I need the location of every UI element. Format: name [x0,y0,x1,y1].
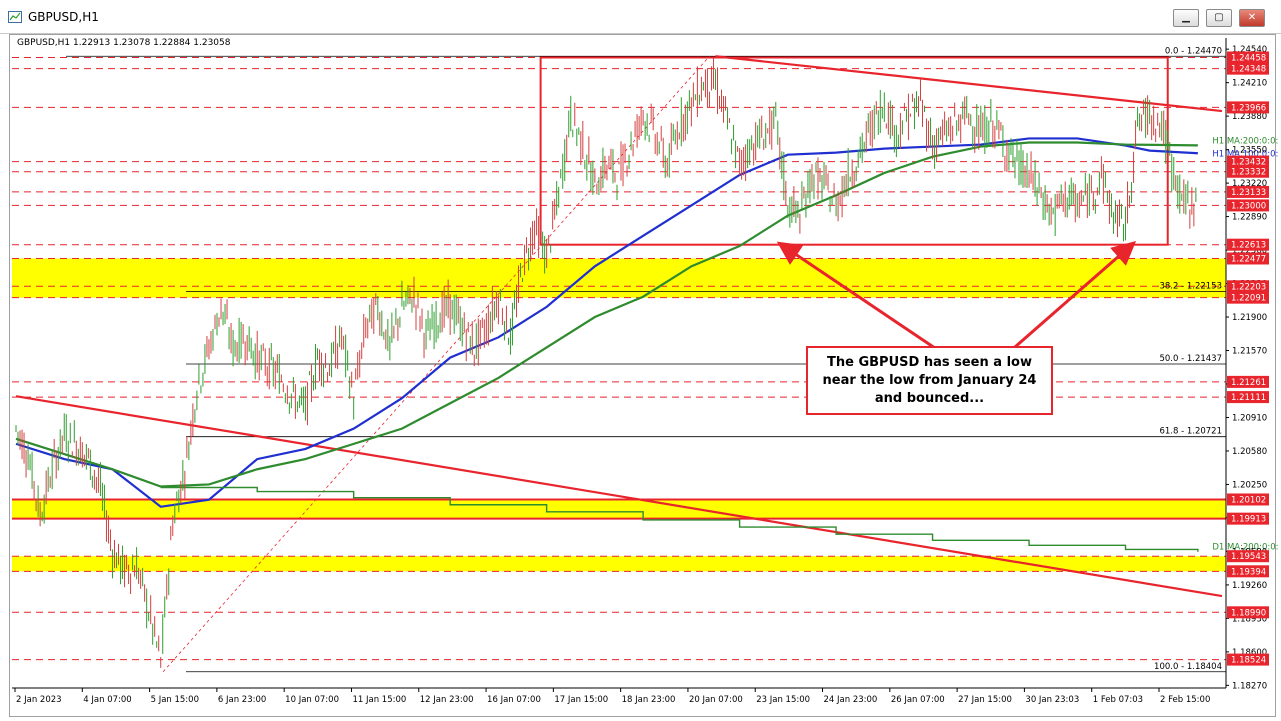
time-axis-label: 1 Feb 07:03 [1093,695,1143,705]
time-axis-label: 20 Jan 07:00 [689,695,743,705]
time-axis-label: 24 Jan 23:00 [824,695,878,705]
time-axis-label: 2 Feb 15:00 [1160,695,1210,705]
annotation-callout: The GBPUSD has seen a low near the low f… [806,346,1053,415]
level-price-label: 1.24458 [1231,53,1266,63]
price-axis-label: 1.21900 [1232,313,1267,323]
level-price-label: 1.19913 [1231,515,1266,525]
price-axis-label: 1.18270 [1232,681,1267,691]
time-axis-label: 30 Jan 23:03 [1025,695,1079,705]
level-price-label: 1.20102 [1231,495,1266,505]
time-axis-label: 12 Jan 23:00 [420,695,474,705]
level-price-label: 1.23000 [1231,201,1266,211]
callout-line-2: near the low from January 24 [822,373,1037,388]
time-axis-label: 10 Jan 07:00 [285,695,339,705]
price-axis-label: 1.23550 [1232,146,1267,156]
fibonacci-label: 50.0 - 1.21437 [1159,354,1222,364]
callout-line-3: and bounced... [874,391,985,406]
price-axis-label: 1.20250 [1232,480,1267,490]
level-price-label: 1.22613 [1231,241,1266,251]
time-axis-label: 27 Jan 15:00 [958,695,1012,705]
fibonacci-label: 0.0 - 1.24470 [1165,46,1222,56]
time-axis-label: 2 Jan 2023 [16,695,62,705]
price-axis-label: 1.24210 [1232,79,1267,89]
level-price-label: 1.22477 [1231,254,1266,264]
price-axis-label: 1.21570 [1232,347,1267,357]
symbol-ohlc-readout: GBPUSD,H1 1.22913 1.23078 1.22884 1.2305… [17,38,231,48]
fibonacci-label: 61.8 - 1.20721 [1159,427,1222,437]
fibonacci-label: 100.0 - 1.18404 [1154,662,1222,672]
time-axis-label: 6 Jan 23:00 [218,695,266,705]
time-axis-label: 23 Jan 15:00 [756,695,810,705]
level-price-label: 1.18990 [1231,608,1266,618]
time-axis-label: 11 Jan 15:00 [352,695,406,705]
price-axis-label: 1.22890 [1232,213,1267,223]
fibonacci-label: 38.2 - 1.22153 [1159,281,1222,291]
time-axis-label: 17 Jan 15:00 [554,695,608,705]
price-axis-label: 1.23880 [1232,112,1267,122]
level-price-label: 1.23133 [1231,188,1266,198]
level-price-label: 1.22091 [1231,294,1266,304]
level-price-label: 1.18524 [1231,656,1266,666]
time-axis-label: 5 Jan 15:00 [151,695,199,705]
moving-average-line [15,137,1198,508]
level-price-label: 1.22203 [1231,282,1266,292]
time-axis-label: 18 Jan 23:00 [622,695,676,705]
level-price-label: 1.21111 [1231,393,1266,403]
level-price-label: 1.24348 [1231,65,1266,75]
time-axis-label: 26 Jan 07:00 [891,695,945,705]
support-resistance-zone [12,556,1226,572]
level-price-label: 1.19394 [1231,567,1266,577]
price-chart[interactable]: 0.0 - 1.24470 38.2 - 1.22153 50.0 - 1.2143… [0,0,1281,721]
level-price-label: 1.19543 [1231,552,1266,562]
level-price-label: 1.23966 [1231,103,1266,113]
support-resistance-zone [12,258,1226,298]
time-axis-label: 16 Jan 07:00 [487,695,541,705]
level-price-label: 1.21261 [1231,378,1266,388]
price-axis-label: 1.20910 [1232,413,1267,423]
callout-line-1: The GBPUSD has seen a low [827,355,1032,370]
time-axis-label: 4 Jan 07:00 [83,695,131,705]
price-axis-label: 1.20580 [1232,447,1267,457]
level-price-label: 1.23332 [1231,168,1266,178]
price-axis-label: 1.19260 [1232,581,1267,591]
